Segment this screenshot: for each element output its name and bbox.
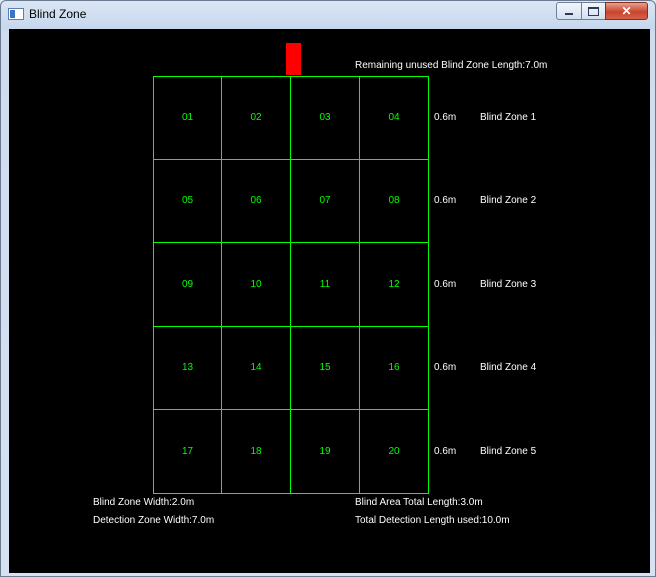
zone-length-label: 0.6m xyxy=(434,445,457,457)
zone-cell-10[interactable]: 10 xyxy=(221,242,291,327)
zone-length-label: 0.6m xyxy=(434,278,457,290)
zone-cell-20[interactable]: 20 xyxy=(359,409,429,494)
zone-name-label: Blind Zone 5 xyxy=(480,445,537,457)
zone-cell-18[interactable]: 18 xyxy=(221,409,291,494)
zone-cell-06[interactable]: 06 xyxy=(221,158,291,243)
maximize-button[interactable] xyxy=(581,2,606,20)
blind-area-total-length-label: Blind Area Total Length:3.0m xyxy=(355,497,483,508)
zone-name-label: Blind Zone 2 xyxy=(480,195,537,207)
zone-cell-11[interactable]: 11 xyxy=(290,242,360,327)
zone-length-label: 0.6m xyxy=(434,111,457,123)
close-icon: ✕ xyxy=(621,4,632,18)
zone-cell-15[interactable]: 15 xyxy=(290,325,360,410)
zone-cell-05[interactable]: 05 xyxy=(153,158,222,243)
sensor-marker xyxy=(286,43,301,75)
zone-length-label: 0.6m xyxy=(434,362,457,374)
detection-zone-width-label: Detection Zone Width:7.0m xyxy=(93,515,215,526)
zone-cell-09[interactable]: 09 xyxy=(153,242,222,327)
minimize-button[interactable] xyxy=(556,2,582,20)
zone-length-label: 0.6m xyxy=(434,195,457,207)
remaining-length-label: Remaining unused Blind Zone Length:7.0m xyxy=(355,60,548,71)
minimize-icon xyxy=(565,12,573,15)
zone-cell-12[interactable]: 12 xyxy=(359,242,429,327)
zone-cell-16[interactable]: 16 xyxy=(359,325,429,410)
total-detection-length-label: Total Detection Length used:10.0m xyxy=(355,515,510,526)
zone-cell-19[interactable]: 19 xyxy=(290,409,360,494)
zone-cell-04[interactable]: 04 xyxy=(359,76,429,160)
title-bar[interactable]: Blind Zone ✕ xyxy=(1,1,655,29)
zone-name-label: Blind Zone 1 xyxy=(480,111,537,123)
window-controls: ✕ xyxy=(556,2,648,21)
app-window-icon xyxy=(8,8,24,20)
zone-name-label: Blind Zone 4 xyxy=(480,362,537,374)
zone-cell-08[interactable]: 08 xyxy=(359,158,429,243)
zone-cell-01[interactable]: 01 xyxy=(153,76,222,160)
blind-zone-width-label: Blind Zone Width:2.0m xyxy=(93,497,195,508)
zone-name-label: Blind Zone 3 xyxy=(480,278,537,290)
window-title: Blind Zone xyxy=(29,7,87,21)
zone-cell-13[interactable]: 13 xyxy=(153,325,222,410)
zone-cell-17[interactable]: 17 xyxy=(153,409,222,494)
zone-cell-07[interactable]: 07 xyxy=(290,158,360,243)
zone-cell-14[interactable]: 14 xyxy=(221,325,291,410)
blind-zone-canvas: Remaining unused Blind Zone Length:7.0m … xyxy=(9,29,650,573)
maximize-icon xyxy=(588,6,599,16)
zone-cell-03[interactable]: 03 xyxy=(290,76,360,160)
close-button[interactable]: ✕ xyxy=(605,2,648,20)
zone-cell-02[interactable]: 02 xyxy=(221,76,291,160)
blind-zone-window: Blind Zone ✕ Remaining unused Blind Zone… xyxy=(0,0,656,577)
